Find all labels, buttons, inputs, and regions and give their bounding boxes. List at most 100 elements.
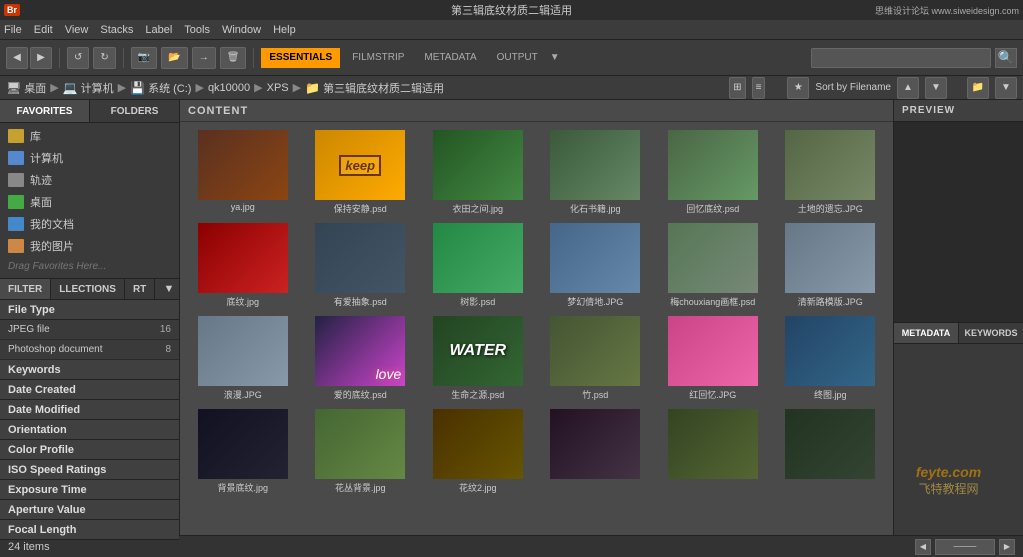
- thumb-memory[interactable]: 回忆底纹.psd: [656, 128, 770, 217]
- filter-psd[interactable]: Photoshop document 8: [0, 340, 179, 360]
- filter-tab-filter[interactable]: FILTER: [0, 279, 51, 299]
- path-current[interactable]: 📁 第三辑底纹材质二辑适用: [305, 80, 444, 96]
- tab-output[interactable]: OUTPUT: [489, 48, 546, 68]
- thumb-peace[interactable]: keep 保持安静.psd: [304, 128, 418, 217]
- thumb-fresh[interactable]: 清新路模版.JPG: [774, 221, 888, 310]
- color-profile-header[interactable]: Color Profile: [0, 440, 179, 460]
- fav-library[interactable]: 库: [0, 125, 179, 147]
- thumb-bamboo[interactable]: 竹.psd: [539, 314, 653, 403]
- thumb-romantic[interactable]: 浪漫.JPG: [186, 314, 300, 403]
- tab-folders[interactable]: FOLDERS: [90, 100, 179, 122]
- thumb-love-abstract[interactable]: 有爱抽象.psd: [304, 221, 418, 310]
- filter-section: File Type JPEG file 16 Photoshop documen…: [0, 300, 179, 540]
- tab-favorites[interactable]: FAVORITES: [0, 100, 90, 122]
- rotate-right-button[interactable]: ↻: [93, 47, 115, 69]
- path-xps[interactable]: XPS: [267, 82, 289, 94]
- orientation-header[interactable]: Orientation: [0, 420, 179, 440]
- thumb-img-memory: [668, 130, 758, 200]
- exposure-header[interactable]: Exposure Time: [0, 480, 179, 500]
- thumb-end[interactable]: 终图.jpg: [774, 314, 888, 403]
- path-computer[interactable]: 💻 计算机: [63, 80, 114, 96]
- thumb-img-fossil: [550, 130, 640, 200]
- menu-window[interactable]: Window: [222, 24, 261, 36]
- date-created-header[interactable]: Date Created: [0, 380, 179, 400]
- thumb-extra2[interactable]: [656, 407, 770, 496]
- filter-tab-collections[interactable]: LLECTIONS: [51, 279, 125, 299]
- fav-computer[interactable]: 计算机: [0, 147, 179, 169]
- sort-desc-button[interactable]: ▼: [925, 77, 947, 99]
- star-button[interactable]: ★: [787, 77, 809, 99]
- menu-help[interactable]: Help: [273, 24, 296, 36]
- preview-label: PREVIEW: [902, 105, 955, 116]
- thumb-img-extra1: [550, 409, 640, 479]
- thumb-field[interactable]: 衣田之间.jpg: [421, 128, 535, 217]
- thumb-soil[interactable]: 土地的遗忘.JPG: [774, 128, 888, 217]
- menu-label[interactable]: Label: [145, 24, 172, 36]
- search-input[interactable]: [811, 48, 991, 68]
- tab-keywords-right[interactable]: KEYWORDS: [959, 323, 1023, 343]
- thumb-fossil[interactable]: 化石书籍.jpg: [539, 128, 653, 217]
- status-slider[interactable]: ────: [935, 539, 995, 555]
- thumb-love-texture[interactable]: love 爱的底纹.psd: [304, 314, 418, 403]
- tab-metadata[interactable]: METADATA: [416, 48, 484, 68]
- path-qk10000[interactable]: qk10000: [208, 82, 250, 94]
- date-modified-header[interactable]: Date Modified: [0, 400, 179, 420]
- file-type-header[interactable]: File Type: [0, 300, 179, 320]
- path-desktop[interactable]: 🖥 桌面: [6, 80, 46, 96]
- thumb-texture[interactable]: 底纹.jpg: [186, 221, 300, 310]
- filter-tab-more[interactable]: ▼: [159, 279, 179, 299]
- thumb-flowers[interactable]: 花丛背景.jpg: [304, 407, 418, 496]
- sort-asc-button[interactable]: ▲: [897, 77, 919, 99]
- folder-button[interactable]: 📁: [967, 77, 989, 99]
- delete-button[interactable]: 🗑: [220, 47, 247, 69]
- menu-edit[interactable]: Edit: [34, 24, 53, 36]
- menu-file[interactable]: File: [4, 24, 22, 36]
- aperture-header[interactable]: Aperture Value: [0, 500, 179, 520]
- open-button[interactable]: 📂: [161, 47, 187, 69]
- search-submit-button[interactable]: 🔍: [995, 48, 1017, 68]
- content-label: CONTENT: [188, 105, 248, 117]
- iso-header[interactable]: ISO Speed Ratings: [0, 460, 179, 480]
- thumb-bg-texture[interactable]: 背景底纹.jpg: [186, 407, 300, 496]
- path-sep-1: ▶: [50, 81, 58, 94]
- menu-tools[interactable]: Tools: [184, 24, 210, 36]
- fav-documents[interactable]: 我的文档: [0, 213, 179, 235]
- rotate-left-button[interactable]: ↺: [67, 47, 89, 69]
- thumb-tree[interactable]: 树影.psd: [421, 221, 535, 310]
- back-button[interactable]: ◀: [6, 47, 28, 69]
- thumb-pattern2[interactable]: 花纹2.jpg: [421, 407, 535, 496]
- thumb-extra3[interactable]: [774, 407, 888, 496]
- forward-button[interactable]: ▶: [30, 47, 52, 69]
- tab-metadata-right[interactable]: METADATA: [894, 323, 959, 343]
- thumb-red-memory[interactable]: 红回忆.JPG: [656, 314, 770, 403]
- thumb-label-fresh: 清新路模版.JPG: [798, 295, 863, 308]
- filter-jpeg[interactable]: JPEG file 16: [0, 320, 179, 340]
- fav-track[interactable]: 轨迹: [0, 169, 179, 191]
- fav-desktop[interactable]: 桌面: [0, 191, 179, 213]
- thumb-ya[interactable]: ya.jpg: [186, 128, 300, 217]
- fav-pics-label: 我的图片: [30, 238, 74, 254]
- site-info: 思维设计论坛 www.siweidesign.com: [875, 4, 1019, 17]
- more-button[interactable]: ▼: [995, 77, 1017, 99]
- path-right: ⊞ ≡ ★ Sort by Filename ▲ ▼ 📁 ▼: [729, 77, 1017, 99]
- view-grid-button[interactable]: ⊞: [729, 77, 745, 99]
- menu-view[interactable]: View: [65, 24, 89, 36]
- focal-header[interactable]: Focal Length: [0, 520, 179, 540]
- tab-filmstrip[interactable]: FILMSTRIP: [344, 48, 412, 68]
- status-icon-2[interactable]: ▶: [999, 539, 1015, 555]
- keywords-header[interactable]: Keywords: [0, 360, 179, 380]
- thumb-dream[interactable]: 梦幻倩地.JPG: [539, 221, 653, 310]
- thumb-life[interactable]: WATER 生命之源.psd: [421, 314, 535, 403]
- menu-stacks[interactable]: Stacks: [100, 24, 133, 36]
- move-button[interactable]: →: [192, 47, 216, 69]
- tab-essentials[interactable]: ESSENTIALS: [261, 48, 340, 68]
- filter-tab-rt[interactable]: RT: [125, 279, 155, 299]
- status-icon-1[interactable]: ◀: [915, 539, 931, 555]
- thumb-plum[interactable]: 梅chouxiang画框.psd: [656, 221, 770, 310]
- fav-pictures[interactable]: 我的图片: [0, 235, 179, 257]
- jpeg-label: JPEG file: [8, 324, 50, 335]
- path-drive[interactable]: 💾 系统 (C:): [130, 80, 191, 96]
- open-in-camera-button[interactable]: 📷: [131, 47, 157, 69]
- thumb-extra1[interactable]: [539, 407, 653, 496]
- view-list-button[interactable]: ≡: [752, 77, 766, 99]
